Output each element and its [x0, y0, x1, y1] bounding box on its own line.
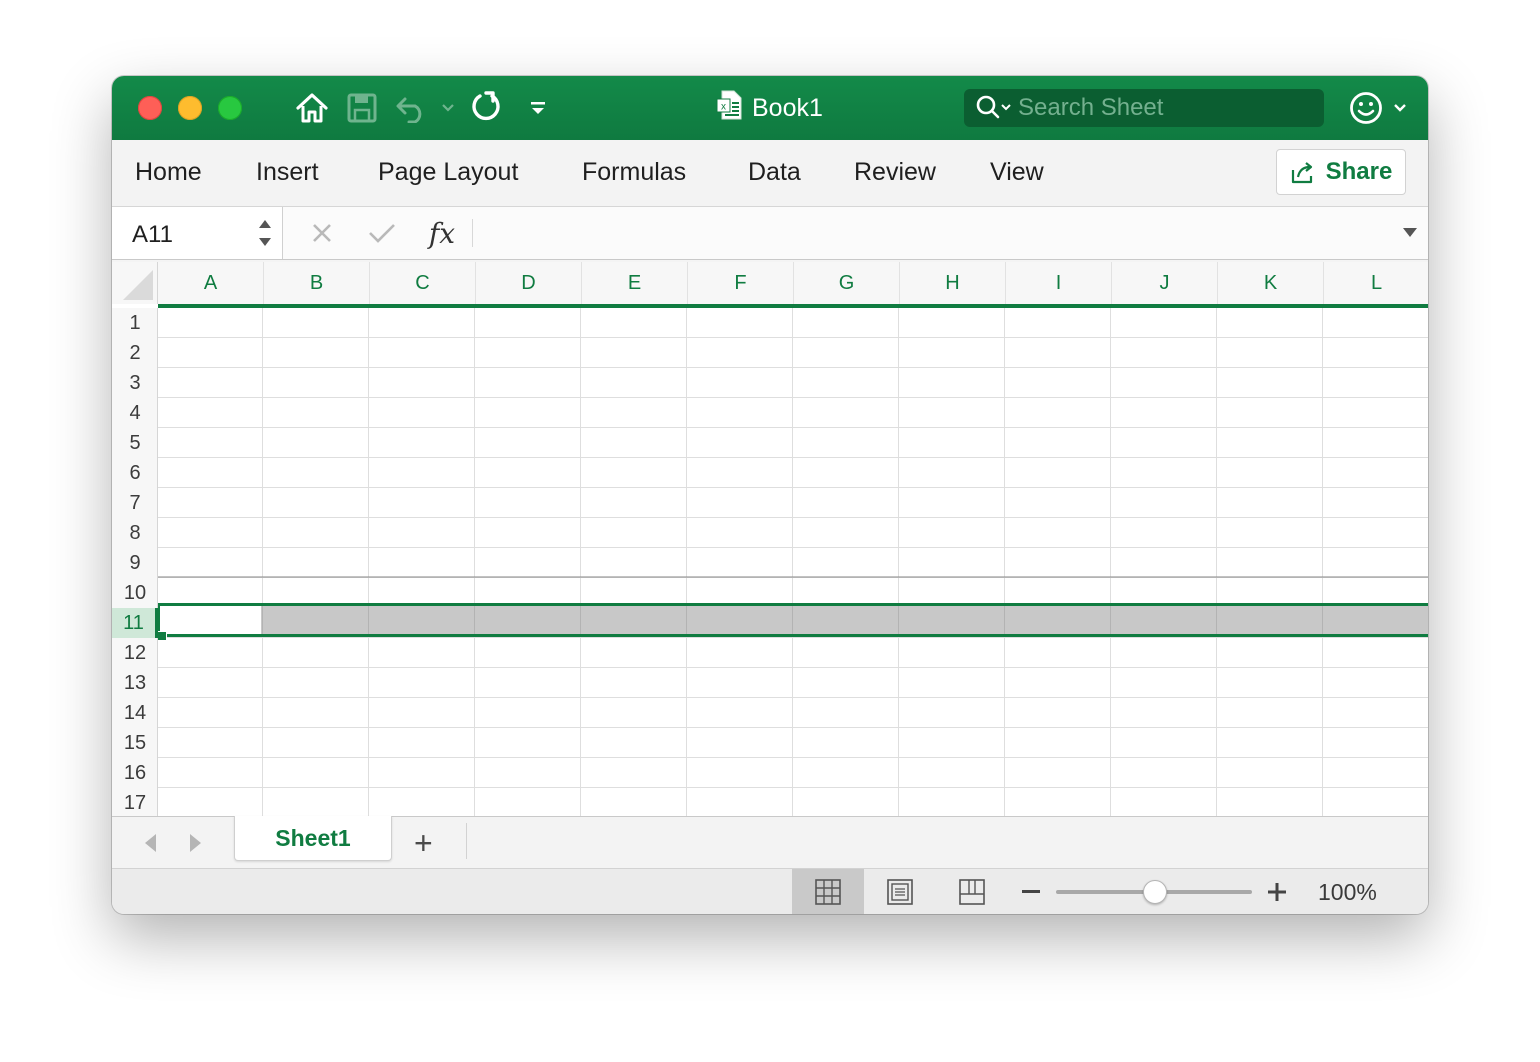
column-header-a[interactable]: A	[158, 262, 264, 304]
active-cell[interactable]	[157, 606, 261, 634]
previous-sheet-icon[interactable]	[138, 831, 162, 855]
column-header-g[interactable]: G	[794, 262, 900, 304]
add-sheet-button[interactable]: +	[414, 825, 433, 861]
next-sheet-icon[interactable]	[184, 831, 208, 855]
search-sheet-box[interactable]	[964, 89, 1324, 127]
page-layout-view-button[interactable]	[864, 869, 936, 914]
row-header-5[interactable]: 5	[112, 428, 158, 458]
row-header-17[interactable]: 17	[112, 788, 158, 816]
select-all-triangle-icon	[123, 270, 153, 300]
home-icon[interactable]	[294, 90, 330, 126]
row-header-8[interactable]: 8	[112, 518, 158, 548]
selected-row-highlight	[158, 606, 1428, 636]
zoom-window-button[interactable]	[218, 96, 242, 120]
tab-data[interactable]: Data	[748, 156, 801, 188]
name-box[interactable]: A11	[112, 207, 283, 259]
page-break-view-icon	[958, 878, 986, 906]
worksheet-grid[interactable]: ABCDEFGHIJKL 1 2 3 4 5 6 7 8 9 10 11 12 13 14 15 16 17	[112, 262, 1428, 816]
select-all-corner[interactable]	[112, 262, 158, 304]
column-header-k[interactable]: K	[1218, 262, 1324, 304]
name-box-stepper-icon[interactable]	[256, 215, 274, 256]
status-bar: 100%	[112, 868, 1428, 914]
save-icon[interactable]	[346, 90, 378, 126]
insert-function-icon[interactable]: fx	[422, 215, 462, 251]
column-header-b[interactable]: B	[264, 262, 370, 304]
undo-dropdown-chevron-icon[interactable]	[438, 90, 458, 126]
row-header-12[interactable]: 12	[112, 638, 158, 668]
row-header-3[interactable]: 3	[112, 368, 158, 398]
column-header-h[interactable]: H	[900, 262, 1006, 304]
zoom-out-icon[interactable]	[1016, 877, 1046, 907]
search-icon[interactable]	[976, 95, 1012, 121]
search-sheet-input[interactable]	[1016, 93, 1310, 123]
column-header-e[interactable]: E	[582, 262, 688, 304]
formula-expand-icon[interactable]	[1402, 225, 1418, 244]
row-header-2[interactable]: 2	[112, 338, 158, 368]
minimize-window-button[interactable]	[178, 96, 202, 120]
row-header-16[interactable]: 16	[112, 758, 158, 788]
tab-page-layout[interactable]: Page Layout	[378, 156, 518, 188]
sheet-tab-sheet1[interactable]: Sheet1	[234, 816, 392, 861]
customize-toolbar-icon[interactable]	[526, 90, 550, 126]
redo-icon[interactable]	[468, 90, 504, 126]
row-header-1[interactable]: 1	[112, 308, 158, 338]
formula-input[interactable]	[482, 215, 1382, 251]
tab-formulas[interactable]: Formulas	[582, 156, 686, 188]
tab-insert[interactable]: Insert	[256, 156, 319, 188]
column-header-d[interactable]: D	[476, 262, 582, 304]
undo-icon[interactable]	[394, 90, 430, 126]
column-header-f[interactable]: F	[688, 262, 794, 304]
name-box-value: A11	[132, 221, 173, 248]
column-header-c[interactable]: C	[370, 262, 476, 304]
tab-review[interactable]: Review	[854, 156, 936, 188]
share-icon	[1290, 160, 1316, 184]
fill-handle[interactable]	[157, 631, 167, 641]
share-button[interactable]: Share	[1276, 149, 1406, 195]
confirm-entry-icon[interactable]	[364, 215, 400, 251]
zoom-in-icon[interactable]	[1262, 877, 1292, 907]
normal-view-icon	[814, 878, 842, 906]
row-header-10[interactable]: 10	[112, 578, 158, 608]
sheet-tab-bar: Sheet1 +	[112, 816, 1428, 869]
column-header-j[interactable]: J	[1112, 262, 1218, 304]
row-header-6[interactable]: 6	[112, 458, 158, 488]
row-header-4[interactable]: 4	[112, 398, 158, 428]
row-header-15[interactable]: 15	[112, 728, 158, 758]
normal-view-button[interactable]	[792, 869, 864, 914]
title-bar: x Book1	[112, 76, 1428, 140]
column-header-i[interactable]: I	[1006, 262, 1112, 304]
tab-home[interactable]: Home	[135, 156, 202, 188]
svg-text:x: x	[721, 101, 726, 112]
selection-top-border	[158, 603, 1428, 606]
row-header-9[interactable]: 9	[112, 548, 158, 578]
formula-bar: A11 fx	[112, 207, 1428, 260]
excel-doc-icon: x	[716, 90, 742, 127]
page-break-view-button[interactable]	[936, 869, 1008, 914]
sheet-tab-separator	[466, 823, 467, 859]
row-header-7[interactable]: 7	[112, 488, 158, 518]
zoom-slider-knob[interactable]	[1143, 880, 1167, 904]
row-header-14[interactable]: 14	[112, 698, 158, 728]
selection-bottom-border	[158, 634, 1428, 637]
row-header-column: 1 2 3 4 5 6 7 8 9 10 11 12 13 14 15 16 17	[112, 308, 158, 816]
ribbon-tab-bar: Home Insert Page Layout Formulas Data Re…	[112, 140, 1428, 207]
feedback-chevron-down-icon[interactable]	[1390, 90, 1410, 126]
cancel-entry-icon[interactable]	[304, 215, 340, 251]
column-header-l[interactable]: L	[1324, 262, 1428, 304]
share-label: Share	[1325, 158, 1393, 185]
row-header-11[interactable]: 11	[112, 608, 158, 638]
cell-grid[interactable]	[158, 308, 1428, 816]
close-window-button[interactable]	[138, 96, 162, 120]
formula-bar-separator	[472, 219, 473, 247]
excel-window: x Book1 Home Insert Page Layout Formulas…	[112, 76, 1428, 914]
document-title: x Book1	[716, 90, 823, 126]
row-header-13[interactable]: 13	[112, 668, 158, 698]
fx-label: fx	[428, 216, 456, 250]
row-10-border	[112, 576, 1428, 578]
page-layout-view-icon	[886, 878, 914, 906]
document-title-text: Book1	[752, 93, 823, 122]
tab-view[interactable]: View	[990, 156, 1044, 188]
smiley-feedback-icon[interactable]	[1348, 90, 1384, 126]
zoom-percentage[interactable]: 100%	[1318, 879, 1377, 906]
